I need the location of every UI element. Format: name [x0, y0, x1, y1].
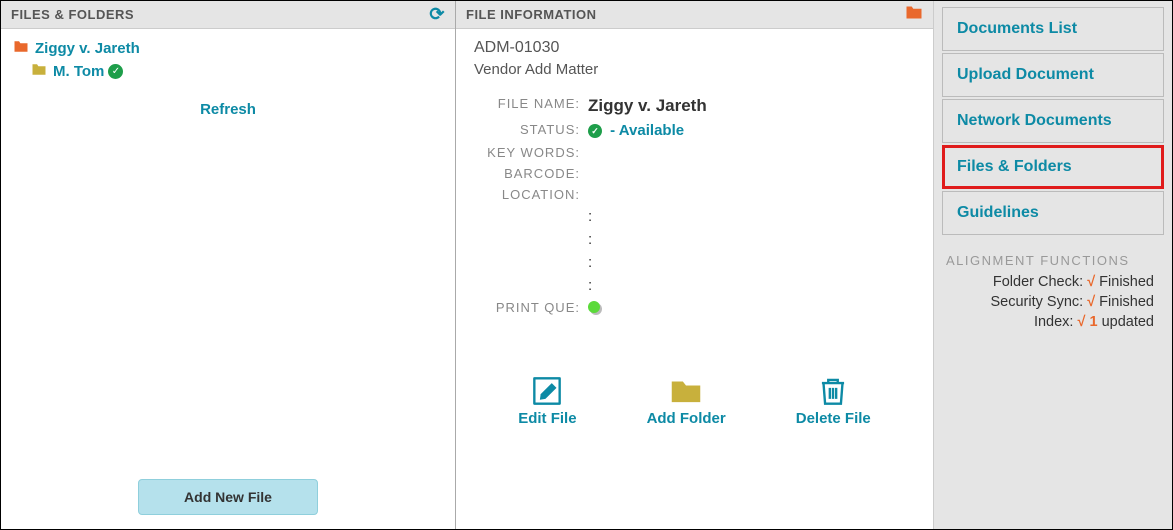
file-actions: Edit File Add Folder Delete File	[474, 372, 915, 427]
right-sidebar: Documents ListUpload DocumentNetwork Doc…	[934, 1, 1172, 529]
label-barcode: BARCODE	[474, 166, 584, 181]
label-status: STATUS	[474, 122, 584, 139]
value-status: ✓ - Available	[584, 122, 915, 139]
blank-value: :	[584, 231, 915, 248]
edit-file-button[interactable]: Edit File	[518, 372, 576, 427]
alignment-line: Folder Check: √ Finished	[942, 274, 1164, 290]
blank-value: :	[584, 254, 915, 271]
value-printque	[584, 300, 915, 317]
label-file-name: FILE NAME	[474, 96, 584, 116]
file-id: ADM-01030	[474, 39, 915, 57]
printque-dot-icon	[588, 301, 600, 313]
nav-item-upload-document[interactable]: Upload Document	[942, 53, 1164, 97]
add-folder-icon	[667, 372, 705, 410]
delete-file-label: Delete File	[796, 410, 871, 427]
label-keywords: KEY WORDS	[474, 145, 584, 160]
add-new-file-button[interactable]: Add New File	[138, 479, 318, 515]
edit-file-label: Edit File	[518, 410, 576, 427]
nav-item-files-folders[interactable]: Files & Folders	[942, 145, 1164, 189]
files-folders-title: FILES & FOLDERS	[11, 7, 134, 22]
folder-icon	[13, 40, 29, 57]
file-info-body: ADM-01030 Vendor Add Matter FILE NAME Zi…	[456, 29, 933, 427]
folder-icon	[905, 4, 923, 25]
nav-item-network-documents[interactable]: Network Documents	[942, 99, 1164, 143]
alignment-line: Security Sync: √ Finished	[942, 294, 1164, 310]
file-info-header: FILE INFORMATION	[456, 1, 933, 29]
value-barcode	[584, 166, 915, 181]
file-info-title: FILE INFORMATION	[466, 7, 597, 22]
value-keywords	[584, 145, 915, 160]
alignment-functions-header: ALIGNMENT FUNCTIONS	[946, 253, 1164, 268]
label-printque: PRINT QUE	[474, 300, 584, 317]
tree-item[interactable]: Ziggy v. Jareth	[13, 37, 443, 60]
add-folder-button[interactable]: Add Folder	[647, 372, 726, 427]
nav-item-guidelines[interactable]: Guidelines	[942, 191, 1164, 235]
blank-value: :	[584, 208, 915, 225]
delete-file-button[interactable]: Delete File	[796, 372, 871, 427]
label-location: LOCATION	[474, 187, 584, 202]
tree-item[interactable]: M. Tom ✓	[13, 60, 443, 83]
check-icon: ✓	[108, 64, 123, 79]
value-location	[584, 187, 915, 202]
files-folders-header: FILES & FOLDERS ⟳	[1, 1, 455, 29]
refresh-link[interactable]: Refresh	[13, 101, 443, 118]
file-information-panel: FILE INFORMATION ADM-01030 Vendor Add Ma…	[456, 1, 934, 529]
status-available-icon: ✓	[588, 124, 602, 138]
nav-item-documents-list[interactable]: Documents List	[942, 7, 1164, 51]
tree-item-label: Ziggy v. Jareth	[35, 40, 140, 57]
blank-value: :	[584, 277, 915, 294]
status-text: - Available	[610, 122, 684, 139]
edit-icon	[528, 372, 566, 410]
folder-tree: Ziggy v. Jareth M. Tom ✓ Refresh	[1, 29, 455, 471]
folder-icon	[31, 63, 47, 80]
value-file-name: Ziggy v. Jareth	[584, 96, 915, 116]
files-folders-panel: FILES & FOLDERS ⟳ Ziggy v. Jareth M. Tom ✓…	[1, 1, 456, 529]
file-subtitle: Vendor Add Matter	[474, 61, 915, 78]
trash-icon	[814, 372, 852, 410]
alignment-line: Index: √ 1 updated	[942, 314, 1164, 330]
refresh-icon[interactable]: ⟳	[429, 4, 445, 25]
tree-item-label: M. Tom	[53, 63, 104, 80]
add-folder-label: Add Folder	[647, 410, 726, 427]
